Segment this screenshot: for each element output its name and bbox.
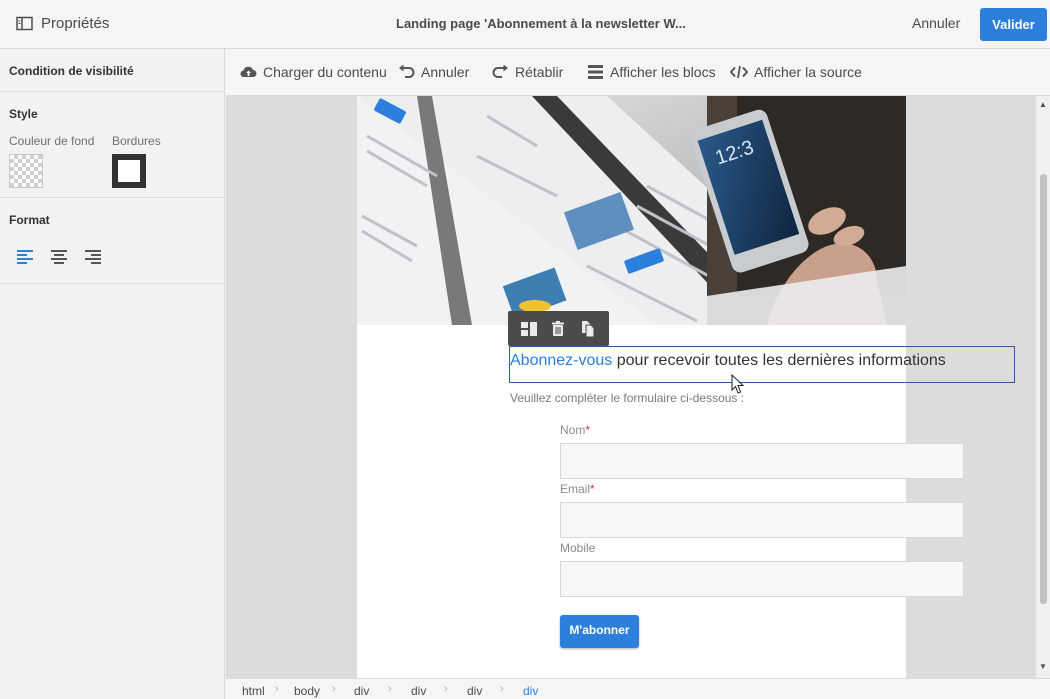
show-blocks-label: Afficher les blocs — [610, 64, 716, 80]
blocks-icon — [588, 65, 603, 79]
duplicate-icon[interactable] — [579, 320, 597, 338]
align-right-icon[interactable] — [85, 250, 101, 264]
selected-heading-block[interactable]: Abonnez-vous pour recevoir toutes les de… — [509, 346, 1015, 383]
mobile-input[interactable] — [560, 561, 964, 597]
heading-accent-text: Abonnez-vous — [510, 352, 613, 369]
redo-icon — [492, 65, 508, 78]
name-input[interactable] — [560, 443, 964, 479]
style-label: Style — [9, 107, 38, 121]
editor-toolbar: Charger du contenu Annuler Rétablir Affi… — [226, 49, 1050, 96]
scroll-down-icon[interactable]: ▼ — [1039, 662, 1047, 671]
undo-button[interactable]: Annuler — [398, 64, 469, 80]
canvas-scrollbar[interactable]: ▲ ▼ — [1036, 96, 1050, 678]
hero-image[interactable]: 12:3 — [357, 96, 906, 325]
style-section: Style Couleur de fond Bordures — [0, 92, 224, 198]
block-toolbar — [508, 311, 609, 346]
undo-icon — [399, 65, 415, 78]
top-bar: Propriétés Landing page 'Abonnement à la… — [0, 0, 1050, 49]
properties-panel-toggle[interactable]: Propriétés — [16, 15, 109, 32]
form-intro-text: Veuillez compléter le formulaire ci-dess… — [510, 391, 745, 405]
page-title: Landing page 'Abonnement à la newsletter… — [396, 16, 686, 31]
show-blocks-button[interactable]: Afficher les blocs — [587, 64, 716, 80]
breadcrumb-separator-icon: › — [275, 683, 279, 695]
breadcrumb-div[interactable]: div — [411, 684, 426, 698]
breadcrumb-body[interactable]: body — [294, 684, 320, 698]
redo-button[interactable]: Rétablir — [492, 64, 563, 80]
required-marker: * — [590, 482, 595, 496]
mouse-cursor-icon — [731, 374, 745, 394]
required-marker: * — [585, 423, 591, 437]
breadcrumb-div[interactable]: div — [354, 684, 369, 698]
panel-title: Propriétés — [41, 15, 110, 32]
subscribe-button[interactable]: M'abonner — [560, 615, 639, 648]
email-label: Email* — [560, 482, 595, 496]
heading-text: pour recevoir toutes les dernières infor… — [612, 352, 946, 369]
align-left-icon[interactable] — [17, 250, 33, 264]
email-input[interactable] — [560, 502, 964, 538]
visibility-condition-section[interactable]: Condition de visibilité — [0, 49, 224, 92]
scroll-up-icon[interactable]: ▲ — [1039, 100, 1047, 109]
breadcrumb-separator-icon: › — [444, 683, 448, 695]
code-icon — [730, 65, 748, 79]
cloud-upload-icon — [240, 66, 257, 78]
format-section: Format — [0, 198, 224, 284]
landing-page-preview: 12:3 Abonnez-vous pour recevoir toutes l… — [357, 96, 1015, 678]
trash-icon[interactable] — [549, 320, 567, 338]
panel-icon — [16, 16, 33, 31]
align-center-icon[interactable] — [51, 250, 67, 264]
editor-canvas: 12:3 Abonnez-vous pour recevoir toutes l… — [226, 96, 1036, 678]
borders-swatch[interactable] — [112, 154, 146, 188]
breadcrumb-separator-icon: › — [500, 683, 504, 695]
borders-label: Bordures — [112, 134, 161, 148]
load-content-label: Charger du contenu — [263, 64, 387, 80]
properties-panel: Condition de visibilité Style Couleur de… — [0, 49, 225, 699]
breadcrumb-html[interactable]: html — [242, 684, 265, 698]
format-label: Format — [9, 213, 50, 227]
redo-label: Rétablir — [515, 64, 564, 80]
breadcrumb-separator-icon: › — [388, 683, 392, 695]
breadcrumb-separator-icon: › — [332, 683, 336, 695]
breadcrumb-div-active[interactable]: div — [523, 684, 538, 698]
show-source-button[interactable]: Afficher la source — [730, 64, 862, 80]
undo-label: Annuler — [421, 64, 470, 80]
validate-button[interactable]: Valider — [980, 8, 1047, 41]
show-source-label: Afficher la source — [754, 64, 862, 80]
breadcrumb-div[interactable]: div — [467, 684, 482, 698]
element-breadcrumb: html › body › div › div › div › div — [226, 678, 1050, 699]
mobile-label: Mobile — [560, 541, 596, 555]
scroll-thumb[interactable] — [1040, 174, 1047, 604]
block-layout-icon[interactable] — [520, 320, 538, 338]
background-color-label: Couleur de fond — [9, 134, 95, 148]
cancel-button[interactable]: Annuler — [903, 15, 969, 31]
name-label: Nom* — [560, 423, 591, 437]
background-color-swatch[interactable] — [9, 154, 43, 188]
load-content-button[interactable]: Charger du contenu — [240, 64, 387, 80]
